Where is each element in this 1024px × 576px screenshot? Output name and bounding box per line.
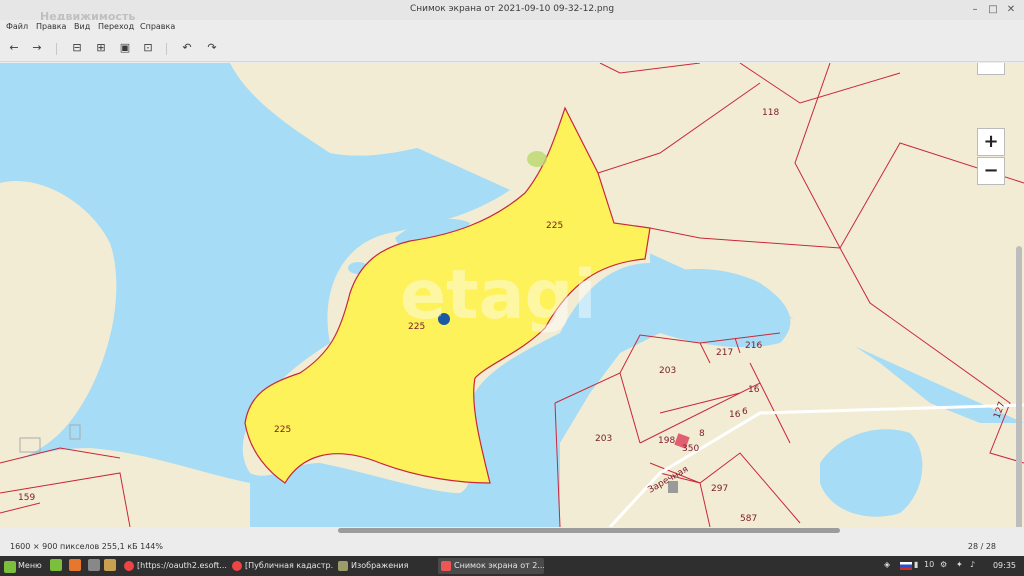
- toolbar: ← → ⊟ ⊞ ▣ ⊡ ↶ ↷: [0, 36, 1024, 62]
- task-screenshot[interactable]: Снимок экрана от 2...: [438, 558, 544, 574]
- task-oauth[interactable]: [https://oauth2.esoft....: [121, 558, 227, 574]
- parcel-label: 587: [740, 514, 757, 524]
- toolbar-separator: [166, 43, 167, 55]
- zoom-in-button[interactable]: +: [977, 128, 1005, 156]
- task-label: Изображения: [351, 561, 409, 570]
- window-title: Снимок экрана от 2021-09-10 09-32-12.png: [409, 4, 615, 14]
- task-images[interactable]: Изображения: [335, 558, 435, 574]
- task-label: [https://oauth2.esoft....: [137, 561, 227, 570]
- chrome-icon: [232, 561, 242, 571]
- parcel-label: 350: [682, 444, 699, 454]
- parcel-label: 118: [762, 108, 779, 118]
- files-icon[interactable]: [104, 559, 116, 571]
- etagi-watermark: etagi: [400, 256, 597, 335]
- menu-go[interactable]: Переход: [98, 22, 134, 31]
- clock: 09:35: [992, 561, 1016, 570]
- parcel-label: 159: [18, 493, 35, 503]
- layers-button[interactable]: [977, 63, 1005, 75]
- parcel-label: 225: [274, 425, 291, 435]
- menu-edit[interactable]: Правка: [36, 22, 66, 31]
- task-label: Снимок экрана от 2...: [454, 561, 544, 570]
- horizontal-scrollbar[interactable]: [338, 528, 840, 533]
- battery-level: 10: [924, 560, 935, 569]
- taskbar: Меню [https://oauth2.esoft.... [Публична…: [0, 556, 1024, 576]
- parcel-label: 203: [595, 434, 612, 444]
- back-icon[interactable]: ←: [6, 40, 22, 56]
- image-viewer-icon: [441, 561, 451, 571]
- menu-view[interactable]: Вид: [74, 22, 90, 31]
- parcel-label: 8: [699, 429, 705, 439]
- forward-icon[interactable]: →: [29, 40, 45, 56]
- folder-icon: [338, 561, 348, 571]
- zoom-out-icon[interactable]: ⊟: [69, 40, 85, 56]
- parcel-label: 225: [408, 322, 425, 332]
- parcel-label: 297: [711, 484, 728, 494]
- task-label: [Публичная кадастр...: [245, 561, 333, 570]
- parcel-label: 216: [745, 341, 762, 351]
- menu-help[interactable]: Справка: [140, 22, 175, 31]
- vertical-scrollbar[interactable]: [1016, 246, 1022, 527]
- keyboard-layout-icon[interactable]: [900, 562, 912, 570]
- updates-icon[interactable]: ⚙: [940, 560, 947, 569]
- image-info: 1600 × 900 пикселов 255,1 кБ 144%: [10, 542, 163, 551]
- parcel-label: 203: [659, 366, 676, 376]
- parcel-label: 225: [546, 221, 563, 231]
- network-icon[interactable]: ▮: [914, 560, 918, 569]
- show-desktop-icon[interactable]: [50, 559, 62, 571]
- zoom-normal-icon[interactable]: ▣: [117, 40, 133, 56]
- parcel-label: 6: [742, 407, 748, 417]
- green-patch: [527, 151, 547, 167]
- toolbar-separator: [56, 43, 57, 55]
- mint-logo-icon: [4, 561, 16, 573]
- zoom-in-icon[interactable]: ⊞: [93, 40, 109, 56]
- firefox-icon[interactable]: [69, 559, 81, 571]
- menu-file[interactable]: Файл: [6, 22, 28, 31]
- zoom-fit-icon[interactable]: ⊡: [140, 40, 156, 56]
- maximize-icon[interactable]: □: [986, 3, 1000, 17]
- zoom-out-button[interactable]: −: [977, 157, 1005, 185]
- task-cadastre[interactable]: [Публичная кадастр...: [229, 558, 333, 574]
- image-viewer-window: Недвижимость Снимок экрана от 2021-09-10…: [0, 0, 1024, 576]
- parcel-label: 217: [716, 348, 733, 358]
- menu-bar: Файл Правка Вид Переход Справка: [0, 20, 1024, 36]
- rotate-left-icon[interactable]: ↶: [179, 40, 195, 56]
- start-menu-button[interactable]: Меню: [2, 558, 46, 574]
- parcel-label: 198: [658, 436, 675, 446]
- status-bar: 1600 × 900 пикселов 255,1 кБ 144% 28 / 2…: [0, 536, 1024, 556]
- parcel-label: 16: [748, 385, 760, 395]
- rotate-right-icon[interactable]: ↷: [204, 40, 220, 56]
- cadastral-map: etagi 225 225 225 118 217 216 203 203 16…: [0, 63, 1024, 527]
- image-canvas[interactable]: etagi 225 225 225 118 217 216 203 203 16…: [0, 63, 1024, 527]
- close-icon[interactable]: ✕: [1004, 3, 1018, 17]
- shield-icon[interactable]: ◈: [884, 560, 890, 569]
- volume-icon[interactable]: ♪: [970, 560, 975, 569]
- minimize-icon[interactable]: –: [968, 3, 982, 17]
- title-bar[interactable]: Недвижимость Снимок экрана от 2021-09-10…: [0, 0, 1024, 23]
- page-counter: 28 / 28: [967, 542, 996, 551]
- terminal-icon[interactable]: [88, 559, 100, 571]
- parcel-label: 16: [729, 410, 741, 420]
- bluetooth-icon[interactable]: ✦: [956, 560, 963, 569]
- start-label: Меню: [18, 561, 42, 570]
- chrome-icon: [124, 561, 134, 571]
